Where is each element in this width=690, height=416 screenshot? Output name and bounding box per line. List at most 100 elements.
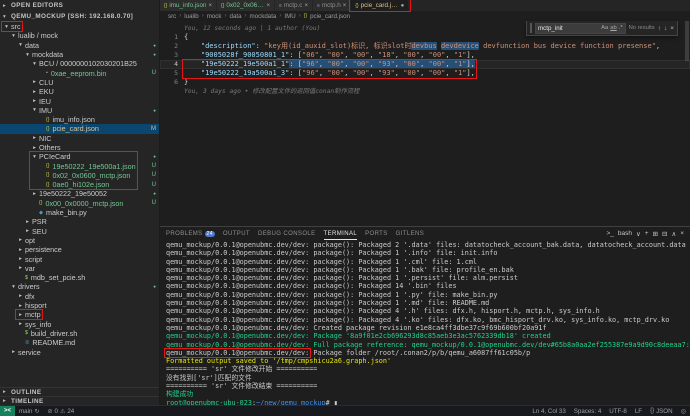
panel-tab-terminal[interactable]: TERMINAL bbox=[324, 227, 358, 240]
tree-folder-nic[interactable]: ▸NIC bbox=[0, 134, 159, 143]
tree-folder-persistence[interactable]: ▸persistence bbox=[0, 245, 159, 254]
breadcrumb-item-mockdata[interactable]: mockdata bbox=[250, 13, 277, 20]
breadcrumb-item-data[interactable]: data bbox=[230, 13, 242, 20]
regex-toggle[interactable]: .* bbox=[619, 25, 623, 31]
tree-folder-lualib-mock[interactable]: ▾lualib / mock bbox=[0, 31, 159, 40]
maximize-panel-icon[interactable]: ∧ bbox=[671, 230, 676, 238]
find-next-icon[interactable]: ↓ bbox=[664, 25, 667, 32]
breadcrumb-item-src[interactable]: src bbox=[168, 13, 176, 20]
tab-pcie-card-json[interactable]: {}pcie_card.json● bbox=[351, 0, 409, 11]
tree-folder-sys-info[interactable]: ▸sys_info bbox=[0, 320, 159, 329]
git-branch-item[interactable]: main ↻ bbox=[15, 406, 43, 416]
tree-folder-opt[interactable]: ▸opt bbox=[0, 236, 159, 245]
tree-folder-pciecard[interactable]: ▾PCIeCard● bbox=[0, 152, 159, 161]
indentation-item[interactable]: Spaces: 4 bbox=[570, 406, 606, 416]
encoding-item[interactable]: UTF-8 bbox=[605, 406, 631, 416]
file-tree[interactable]: ▾src▾lualib / mock▾data●▾mockdata●▾BCU /… bbox=[0, 22, 159, 387]
tree-folder-drivers[interactable]: ▾drivers● bbox=[0, 282, 159, 291]
tab-0x02-0x0600-mctp-json[interactable]: {}0x02_0x0600_mctp.json× bbox=[217, 0, 275, 11]
tree-file-0x00-0x0000-mctp-json[interactable]: {}0x00_0x0000_mctp.jsonU bbox=[0, 199, 159, 208]
editor-scrollbar[interactable] bbox=[684, 21, 690, 226]
breadcrumb-item-pcie-card-json[interactable]: pcie_card.json bbox=[310, 13, 350, 20]
split-terminal-icon[interactable]: ⊞ bbox=[653, 230, 658, 238]
tab-mctp-c[interactable]: ≡mctp.c× bbox=[275, 0, 313, 11]
modified-dot-icon[interactable]: ● bbox=[401, 3, 405, 9]
language-item[interactable]: {} JSON bbox=[646, 406, 677, 416]
chevron-down-icon[interactable]: ∨ bbox=[636, 230, 641, 238]
tree-file-0xae-eeprom-bin[interactable]: ▪0xae_eeprom.binU bbox=[0, 68, 159, 77]
tree-file-readme-md[interactable]: ≣README.md bbox=[0, 338, 159, 347]
close-panel-icon[interactable]: × bbox=[680, 230, 684, 237]
notifications-bell[interactable]: ◎ bbox=[677, 406, 690, 416]
tree-folder-data[interactable]: ▾data● bbox=[0, 41, 159, 50]
code-line-4[interactable]: 4 "19e50222_19e500a1_1": ["96", "00", "0… bbox=[160, 60, 690, 69]
new-terminal-icon[interactable]: + bbox=[645, 230, 649, 237]
scrollbar-thumb[interactable] bbox=[685, 21, 689, 61]
tree-folder-seu[interactable]: ▸SEU bbox=[0, 227, 159, 236]
breadcrumb[interactable]: src›lualib›mock›data›mockdata›IMU›{}pcie… bbox=[160, 11, 690, 21]
panel-tab-bar[interactable]: PROBLEMS24 OUTPUT DEBUG CONSOLE TERMINAL POR… bbox=[166, 227, 424, 240]
tree-file-0x02-0x0600-mctp-json[interactable]: {}0x02_0x0600_mctp.jsonU bbox=[0, 171, 159, 180]
outline-header[interactable]: ▸ OUTLINE bbox=[0, 387, 159, 396]
terminal-picker[interactable]: bash bbox=[618, 230, 632, 237]
tree-file-mdb-set-pcie-sh[interactable]: $mdb_set_pcie.sh bbox=[0, 273, 159, 282]
tree-folder-psr[interactable]: ▸PSR bbox=[0, 217, 159, 226]
match-case-toggle[interactable]: Aa bbox=[601, 25, 608, 31]
tree-folder-mockdata[interactable]: ▾mockdata● bbox=[0, 50, 159, 59]
tree-folder-dfx[interactable]: ▸dfx bbox=[0, 292, 159, 301]
close-icon[interactable]: × bbox=[304, 3, 308, 9]
tree-folder-19e50222-19e50052[interactable]: ▸19e50222_19e50052● bbox=[0, 189, 159, 198]
tree-file-imu-info-json[interactable]: {}imu_info.json bbox=[0, 115, 159, 124]
tree-file-0ae0-hi102e-json[interactable]: {}0ae0_hi102e.jsonU bbox=[0, 180, 159, 189]
tree-folder-imu[interactable]: ▾IMU● bbox=[0, 106, 159, 115]
tab-imu-info-json[interactable]: {}imu_info.json× bbox=[160, 0, 217, 11]
find-close-icon[interactable]: × bbox=[670, 25, 674, 32]
tree-folder-eku[interactable]: ▸EKU bbox=[0, 87, 159, 96]
tree-folder-script[interactable]: ▸script bbox=[0, 254, 159, 263]
find-grip[interactable] bbox=[530, 23, 532, 33]
timeline-header[interactable]: ▸ TIMELINE bbox=[0, 396, 159, 405]
tree-folder-bcu-0000000102030201b25[interactable]: ▾BCU / 0000000102030201B25 bbox=[0, 59, 159, 68]
tree-file-build-driver-sh[interactable]: $build_driver.sh bbox=[0, 329, 159, 338]
remote-indicator[interactable]: >< bbox=[0, 406, 15, 416]
tree-file-pcie-card-json[interactable]: {}pcie_card.jsonM bbox=[0, 124, 159, 133]
tree-folder-mctp[interactable]: ▸mctp bbox=[0, 310, 159, 319]
problems-item[interactable]: ⊘ 0 ⚠ 24 bbox=[43, 406, 78, 416]
panel-tab-ports[interactable]: PORTS bbox=[365, 227, 388, 240]
close-icon[interactable]: × bbox=[266, 3, 270, 9]
breadcrumb-item-mock[interactable]: mock bbox=[207, 13, 222, 20]
tree-folder-var[interactable]: ▸var bbox=[0, 264, 159, 273]
code-line-6[interactable]: 6} bbox=[160, 78, 690, 87]
code-line-5[interactable]: 5 "19e50222_19a500a1_3": ["96", "00", "0… bbox=[160, 69, 690, 78]
breadcrumb-item-imu[interactable]: IMU bbox=[284, 13, 295, 20]
cursor-position-item[interactable]: Ln 4, Col 33 bbox=[528, 406, 569, 416]
close-icon[interactable]: × bbox=[343, 3, 347, 9]
close-icon[interactable]: × bbox=[208, 3, 212, 9]
open-editors-header[interactable]: ▸ OPEN EDITORS bbox=[0, 0, 159, 11]
tree-folder-ieu[interactable]: ▸IEU bbox=[0, 96, 159, 105]
breadcrumb-item-lualib[interactable]: lualib bbox=[184, 13, 198, 20]
terminal-output[interactable]: qemu_mockup/0.0.1@openubmc.dev/dev: pack… bbox=[160, 240, 690, 405]
panel-tab-debug-console[interactable]: DEBUG CONSOLE bbox=[258, 227, 316, 240]
whole-word-toggle[interactable]: ab bbox=[610, 25, 616, 31]
tab-bar[interactable]: {}imu_info.json×{}0x02_0x0600_mctp.json×… bbox=[160, 0, 690, 11]
tree-folder-service[interactable]: ▸service bbox=[0, 347, 159, 356]
find-input[interactable]: mctp_init Aa ab .* bbox=[535, 23, 626, 34]
panel-tab-gitlens[interactable]: GITLENS bbox=[396, 227, 424, 240]
panel-tab-problems[interactable]: PROBLEMS24 bbox=[166, 227, 215, 240]
tab-mctp-h[interactable]: ≡mctp.h× bbox=[313, 0, 351, 11]
find-prev-icon[interactable]: ↑ bbox=[658, 25, 661, 32]
eol-item[interactable]: LF bbox=[631, 406, 646, 416]
tree-file-make-bin-py[interactable]: ◆make_bin.py bbox=[0, 208, 159, 217]
panel-tab-output[interactable]: OUTPUT bbox=[223, 227, 250, 240]
workspace-header[interactable]: ▾ QEMU_MOCKUP [SSH: 192.168.0.70] bbox=[0, 11, 159, 22]
editor[interactable]: You, 12 seconds ago | 1 author (You)1{2 … bbox=[160, 21, 690, 226]
tree-folder-clu[interactable]: ▸CLU bbox=[0, 78, 159, 87]
code-line-2[interactable]: 2 "description": "key用(id_auxid_slot)标识,… bbox=[160, 42, 690, 51]
tree-folder-src[interactable]: ▾src bbox=[0, 22, 159, 31]
tree-file-19e50222-19e500a1-json[interactable]: {}19e50222_19e500a1.jsonU bbox=[0, 161, 159, 170]
tree-folder-others[interactable]: ▸Others bbox=[0, 143, 159, 152]
tree-folder-hisport[interactable]: ▸hisport bbox=[0, 301, 159, 310]
kill-terminal-icon[interactable]: ⊟ bbox=[662, 230, 667, 238]
code-line-3[interactable]: 3 "9005028f_90050801_1": ["06", "00", "0… bbox=[160, 51, 690, 60]
